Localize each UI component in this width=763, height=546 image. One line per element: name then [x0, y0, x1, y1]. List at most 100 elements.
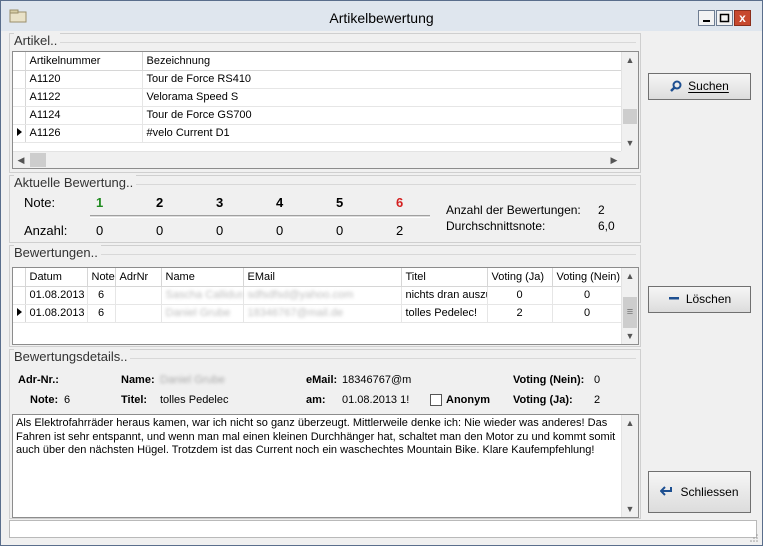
loeschen-button[interactable]: Löschen [648, 286, 751, 313]
column-header-voting-ja[interactable]: Voting (Ja) [487, 268, 553, 287]
am-value: 01.08.2013 1! [342, 394, 410, 406]
table-row[interactable]: A1124 Tour de Force GS700 [13, 106, 622, 125]
bewertungsdetails-group-label: Bewertungsdetails.. [14, 349, 131, 364]
close-button[interactable]: x [734, 10, 751, 26]
scroll-down-arrow-icon[interactable]: ▼ [622, 328, 638, 344]
scroll-left-arrow-icon[interactable]: ◀ [13, 152, 29, 168]
minimize-icon [703, 20, 710, 22]
current-row-arrow-icon [16, 308, 22, 316]
resize-grip-icon[interactable] [749, 533, 759, 543]
aktuelle-bewertung-label: Aktuelle Bewertung.. [14, 175, 137, 190]
cell-email: 18346767@mail.de [243, 304, 402, 323]
scroll-thumb[interactable] [623, 109, 637, 124]
cell-note: 6 [87, 286, 116, 305]
minimize-button[interactable] [698, 10, 715, 26]
schliessen-button[interactable]: Schliessen [648, 471, 751, 513]
scroll-thumb[interactable]: ≡ [623, 297, 637, 328]
column-header-datum[interactable]: Datum [25, 268, 88, 287]
name-value: Daniel Grube [160, 374, 225, 386]
table-row[interactable]: A1126 #velo Current D1 [13, 124, 622, 143]
voting-nein-value: 0 [594, 374, 601, 386]
cell-note: 6 [87, 304, 116, 323]
voting-nein-label: Voting (Nein): [513, 374, 585, 386]
bewertungen-group-label: Bewertungen.. [14, 245, 101, 260]
email-value: 18346767@m [342, 374, 412, 386]
artikel-grid[interactable]: Artikelnummer Bezeichnung A1120 Tour de … [12, 51, 639, 169]
scroll-down-arrow-icon[interactable]: ▼ [622, 501, 638, 517]
table-row[interactable]: A1120 Tour de Force RS410 [13, 70, 622, 89]
detail-note-label: Note: [30, 394, 59, 406]
column-header-artikelnummer[interactable]: Artikelnummer [25, 52, 143, 71]
column-header-bezeichnung[interactable]: Bezeichnung [142, 52, 622, 71]
note-value-5: 5 [336, 195, 344, 210]
row-header [13, 286, 26, 305]
column-header-titel[interactable]: Titel [401, 268, 488, 287]
scroll-up-arrow-icon[interactable]: ▲ [622, 268, 638, 284]
column-header-email[interactable]: EMail [243, 268, 402, 287]
durchschnittsnote-value: 6,0 [598, 219, 615, 233]
bewertungen-vertical-scrollbar[interactable]: ▲ ≡ ▼ [621, 268, 638, 344]
note-value-2: 2 [156, 195, 164, 210]
column-header-adrnr[interactable]: AdrNr [115, 268, 162, 287]
scroll-down-arrow-icon[interactable]: ▼ [622, 135, 638, 151]
voting-ja-label: Voting (Ja): [513, 394, 573, 406]
table-header-row: Datum Note AdrNr Name EMail Titel Voting… [13, 268, 623, 287]
review-text: Als Elektrofahrräder heraus kamen, war i… [16, 417, 616, 456]
artikel-vertical-scrollbar[interactable]: ▲ ▼ [621, 52, 638, 151]
maximize-icon [719, 13, 730, 23]
adrnr-label: Adr-Nr.: [18, 374, 59, 386]
review-text-scrollbar[interactable]: ▲ ▼ [621, 415, 638, 517]
scroll-thumb[interactable] [30, 153, 46, 167]
artikel-table: Artikelnummer Bezeichnung A1120 Tour de … [13, 52, 622, 143]
row-header-corner [13, 268, 26, 287]
column-header-note[interactable]: Note [87, 268, 116, 287]
cell-datum: 01.08.2013 [25, 304, 88, 323]
review-text-area[interactable]: Als Elektrofahrräder heraus kamen, war i… [12, 414, 639, 518]
cell-bezeichnung: Tour de Force GS700 [142, 106, 622, 125]
cell-titel: nichts dran auszu [401, 286, 488, 305]
group-divider [14, 42, 636, 43]
loeschen-label: Löschen [685, 292, 732, 306]
column-header-name[interactable]: Name [161, 268, 244, 287]
table-row[interactable]: A1122 Velorama Speed S [13, 88, 622, 107]
column-header-voting-nein[interactable]: Voting (Nein) [552, 268, 623, 287]
anonym-label: Anonym [446, 394, 490, 406]
scroll-right-arrow-icon[interactable]: ▶ [606, 152, 622, 168]
table-row[interactable]: 01.08.2013 6 Daniel Grube 18346767@mail.… [13, 304, 623, 323]
am-label: am: [306, 394, 326, 406]
cell-artikelnummer: A1126 [25, 124, 143, 143]
scroll-up-arrow-icon[interactable]: ▲ [622, 52, 638, 68]
row-header-current [13, 124, 26, 143]
title-bar: Artikelbewertung x [1, 1, 762, 31]
artikel-group: Artikel.. Artikelnummer Bezeichnung A112… [9, 33, 641, 173]
anzahl-label: Anzahl: [24, 223, 68, 238]
name-label: Name: [121, 374, 155, 386]
cell-voting-nein: 0 [552, 304, 623, 323]
note-value-1: 1 [96, 195, 104, 210]
note-label: Note: [24, 195, 56, 210]
row-header [13, 88, 26, 107]
cell-email: sdfsdfsd@yahoo.com [243, 286, 402, 305]
titel-value: tolles Pedelec [160, 394, 229, 406]
back-arrow-icon [660, 486, 673, 496]
bewertungen-grid[interactable]: Datum Note AdrNr Name EMail Titel Voting… [12, 267, 639, 345]
suchen-button[interactable]: Suchen [648, 73, 751, 100]
scroll-up-arrow-icon[interactable]: ▲ [622, 415, 638, 431]
rating-slider-track [90, 215, 430, 218]
note-value-3: 3 [216, 195, 224, 210]
count-value-1: 0 [96, 223, 104, 238]
table-row[interactable]: 01.08.2013 6 Sascha Callidus sdfsdfsd@ya… [13, 286, 623, 305]
artikel-group-label: Artikel.. [14, 33, 61, 48]
maximize-button[interactable] [716, 10, 733, 26]
cell-artikelnummer: A1120 [25, 70, 143, 89]
aktuelle-bewertung-group: Aktuelle Bewertung.. Note: 1 2 3 4 5 6 A… [9, 175, 641, 243]
group-divider [14, 254, 636, 255]
anzahl-bewertungen-value: 2 [598, 203, 605, 217]
bewertungen-group: Bewertungen.. Datum Note AdrNr Name EMai… [9, 245, 641, 347]
email-label: eMail: [306, 374, 338, 386]
cell-adrnr [115, 286, 162, 305]
artikel-horizontal-scrollbar[interactable]: ◀ ▶ [13, 151, 622, 168]
titel-label: Titel: [121, 394, 148, 406]
anonym-checkbox[interactable] [430, 394, 442, 406]
row-header [13, 106, 26, 125]
